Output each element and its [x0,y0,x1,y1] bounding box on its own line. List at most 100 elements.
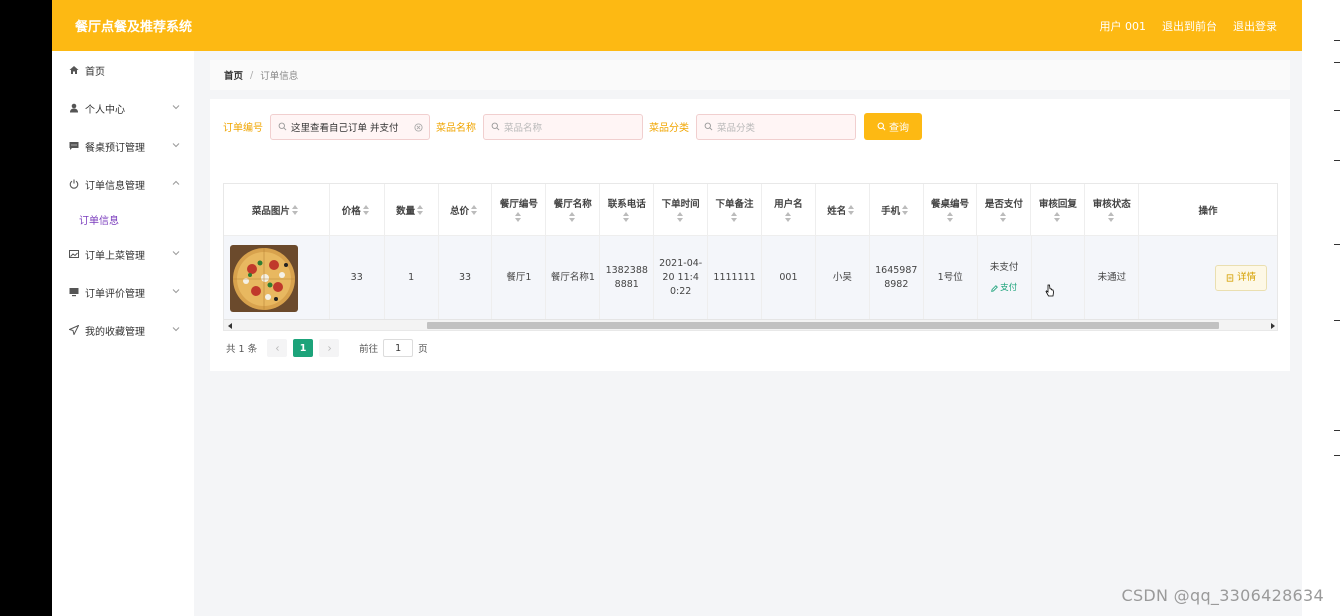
cell-name: 小吴 [816,236,870,320]
col-header-actions: 操作 [1198,205,1218,217]
detail-button[interactable]: 详情 [1215,265,1268,291]
col-header-review-reply[interactable]: 审核回复 [1031,184,1086,235]
col-header-total[interactable]: 总价 [439,184,493,235]
cell-quantity: 1 [385,236,439,320]
sidebar-item-home[interactable]: 首页 [52,51,194,89]
cell-phone: 13823888881 [600,236,655,320]
sidebar-item-personal-center[interactable]: 个人中心 [52,89,194,127]
mouse-cursor-icon [1045,284,1054,297]
search-icon [704,122,713,131]
sort-icon[interactable] [902,204,909,215]
chevron-down-icon [172,251,180,256]
side-gutter [1302,0,1340,616]
clear-icon[interactable] [414,122,423,132]
col-header-mobile[interactable]: 手机 [870,184,924,235]
col-header-price[interactable]: 价格 [330,184,385,235]
col-header-paid-status[interactable]: 是否支付 [977,184,1032,235]
sort-icon[interactable] [471,204,478,215]
app-title: 餐厅点餐及推荐系统 [75,20,193,35]
col-header-order-note[interactable]: 下单备注 [708,184,762,235]
sort-icon[interactable] [515,211,522,222]
goto-label: 前往 [359,344,379,355]
search-bar: 订单编号 这里查看自己订单 并支付 菜品名称 菜品名称 菜品分类 菜品分类 查询 [223,113,922,140]
search-icon [278,122,287,131]
col-header-restaurant-name[interactable]: 餐厅名称 [546,184,601,235]
sort-icon[interactable] [417,204,424,215]
sort-icon[interactable] [946,211,954,222]
col-header-name[interactable]: 姓名 [816,184,870,235]
cell-order-note: 1111111 [708,236,763,320]
sidebar-item-order-serving[interactable]: 订单上菜管理 [52,235,194,273]
watermark: CSDN @qq_3306428634 [1121,586,1324,605]
sidebar-item-table-booking[interactable]: 餐桌预订管理 [52,127,194,165]
col-header-restaurant-no[interactable]: 餐厅编号 [492,184,547,235]
sort-icon[interactable] [569,211,576,222]
scrollbar-thumb[interactable] [427,322,1219,329]
sort-icon[interactable] [291,204,299,215]
dish-name-input[interactable]: 菜品名称 [483,113,643,140]
logout-link[interactable]: 退出登录 [1233,18,1277,34]
chevron-down-icon [172,105,180,110]
scroll-left-icon[interactable] [228,323,232,329]
dish-category-input[interactable]: 菜品分类 [696,113,856,140]
sidebar-item-order-info[interactable]: 订单信息管理 [52,165,194,203]
chevron-down-icon [172,143,180,148]
col-header-username[interactable]: 用户名 [762,184,816,235]
sort-icon[interactable] [362,204,370,215]
sidebar-item-label: 首页 [85,66,105,78]
cell-actions: 详情 [1139,236,1277,320]
chevron-down-icon [172,289,180,294]
sidebar-item-favorites[interactable]: 我的收藏管理 [52,311,194,349]
power-icon [69,179,79,189]
cell-review-status: 未通过 [1085,236,1140,320]
col-header-dish-image[interactable]: 菜品图片 [224,184,330,235]
chevron-up-icon [172,180,180,185]
sort-icon[interactable] [623,211,630,222]
sort-icon[interactable] [784,211,792,222]
picture-icon [69,249,79,259]
edit-icon [991,284,998,292]
sidebar: 首页 个人中心 餐桌预订管理 订单信息管理 订单信息 订单上菜管理 订单评价管理… [52,51,194,616]
col-header-table-no[interactable]: 餐桌编号 [924,184,978,235]
search-icon [877,122,886,131]
gutter-mark [1334,430,1340,431]
col-header-review-status[interactable]: 审核状态 [1085,184,1140,235]
gutter-mark [1334,160,1340,161]
breadcrumb-home[interactable]: 首页 [224,68,243,82]
sort-icon[interactable] [1108,211,1115,222]
order-no-input[interactable]: 这里查看自己订单 并支付 [270,113,430,140]
horizontal-scrollbar[interactable] [224,319,1277,330]
top-links: 用户 001 退出到前台 退出登录 [1100,18,1278,34]
scroll-right-icon[interactable] [1271,323,1275,329]
col-header-order-time[interactable]: 下单时间 [654,184,709,235]
dish-name-label: 菜品名称 [436,123,476,134]
order-no-label: 订单编号 [223,123,263,134]
next-page-button[interactable] [319,339,340,357]
chat-icon [69,141,79,151]
goto-page-input[interactable]: 1 [383,339,414,357]
sidebar-subitem-order-info[interactable]: 订单信息 [52,203,194,235]
pagination: 共 1 条 1 前往 1 页 [226,339,428,357]
sort-icon[interactable] [730,211,738,222]
col-header-quantity[interactable]: 数量 [385,184,439,235]
dish-category-label: 菜品分类 [649,123,689,134]
sort-icon[interactable] [1054,211,1061,222]
back-to-front-link[interactable]: 退出到前台 [1162,18,1217,34]
query-button-label: 查询 [889,123,909,134]
sidebar-item-order-review[interactable]: 订单评价管理 [52,273,194,311]
col-header-phone[interactable]: 联系电话 [600,184,655,235]
pay-button[interactable]: 支付 [991,281,1017,295]
page-number[interactable]: 1 [293,339,314,357]
gutter-mark [1334,62,1340,63]
sort-icon[interactable] [1000,211,1007,222]
search-icon [491,122,500,131]
pizza-image [230,244,298,312]
query-button[interactable]: 查询 [864,113,922,140]
prev-page-button[interactable] [267,339,288,357]
sort-icon[interactable] [848,204,855,215]
gutter-mark [1334,244,1340,245]
dish-category-placeholder: 菜品分类 [717,122,756,134]
user-link[interactable]: 用户 001 [1100,18,1147,34]
sort-icon[interactable] [677,211,684,222]
cell-total: 33 [439,236,493,320]
